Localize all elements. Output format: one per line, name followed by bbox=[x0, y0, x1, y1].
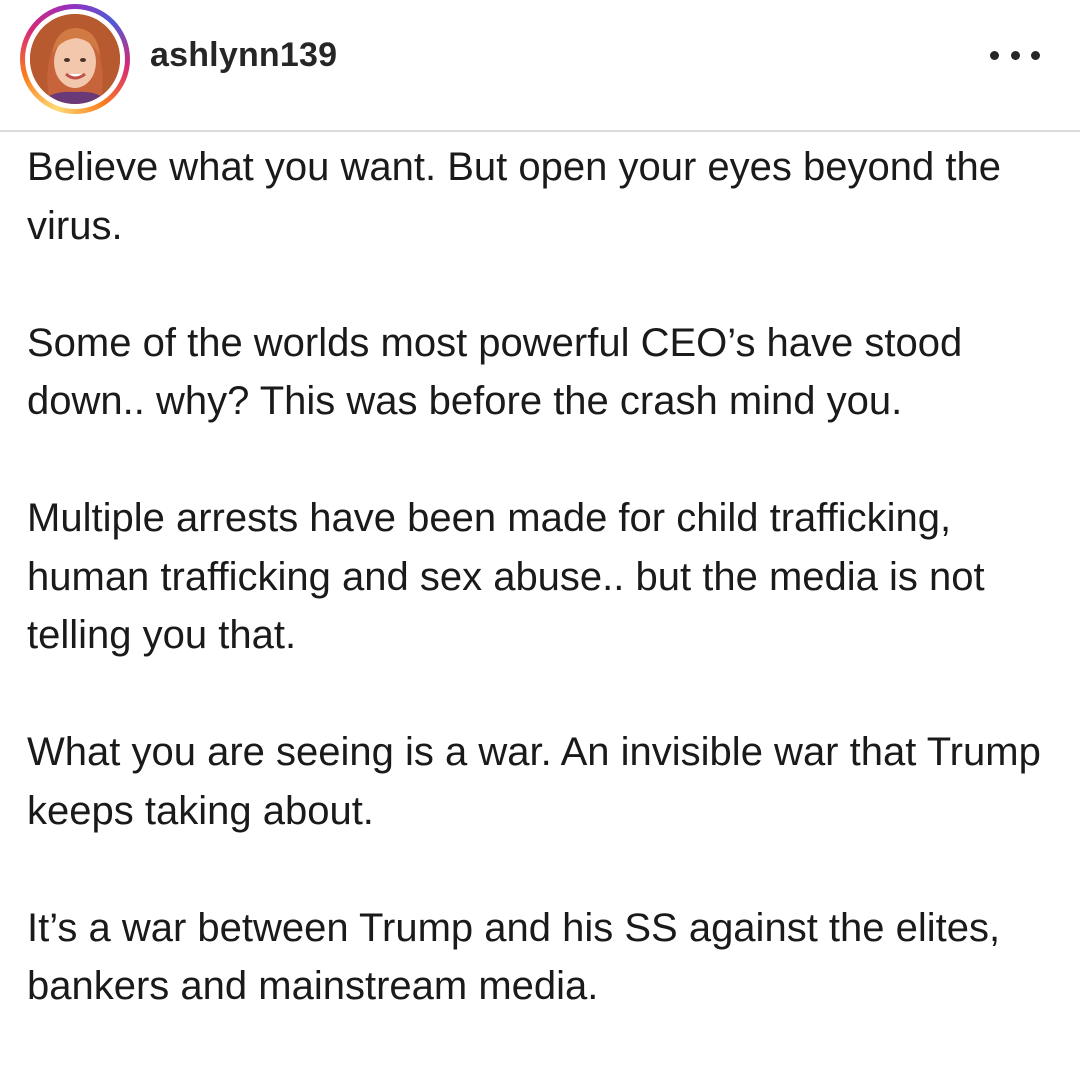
caption-paragraph-3: Multiple arrests have been made for chil… bbox=[27, 496, 985, 657]
caption-paragraph-1: Believe what you want. But open your eye… bbox=[27, 145, 1001, 248]
more-dot-2 bbox=[1010, 50, 1020, 60]
profile-photo-icon bbox=[30, 14, 120, 104]
post-caption: Believe what you want. But open your eye… bbox=[27, 138, 1057, 1074]
instagram-post: ashlynn139 Believe what you want. But op… bbox=[0, 0, 1080, 1080]
avatar[interactable] bbox=[30, 14, 120, 104]
username-link[interactable]: ashlynn139 bbox=[150, 36, 337, 75]
more-dot-3 bbox=[1031, 50, 1040, 60]
more-dot-1 bbox=[990, 50, 999, 60]
caption-paragraph-2: Some of the worlds most powerful CEO’s h… bbox=[27, 320, 963, 424]
caption-paragraph-5: It’s a war between Trump and his SS agai… bbox=[27, 905, 1001, 1009]
story-ring[interactable] bbox=[20, 4, 130, 114]
post-header: ashlynn139 bbox=[0, 0, 1080, 132]
more-options-icon[interactable] bbox=[990, 40, 1040, 70]
caption-paragraph-4: What you are seeing is a war. An invisib… bbox=[27, 730, 1041, 833]
